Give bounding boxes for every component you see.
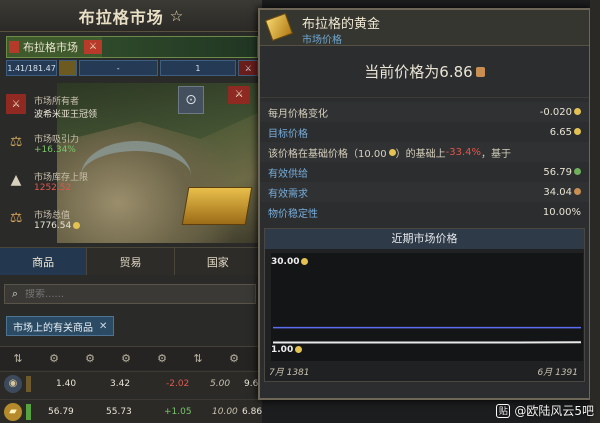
market-ratio: 1.41/181.47 (6, 60, 58, 76)
row-indicator (26, 403, 31, 420)
price-coin-icon (475, 66, 485, 77)
sort-extra-icon[interactable]: ⚙ (216, 352, 252, 365)
row-indicator (26, 375, 31, 392)
tooltip-title: 布拉格的黄金 (302, 17, 381, 32)
owner-flag-icon[interactable]: ⚔ (84, 40, 102, 54)
monthly-change-row: 每月价格变化 -0.020 (260, 102, 589, 122)
goods-search: ⌕ (4, 284, 256, 304)
tab-countries[interactable]: 国家 (175, 248, 262, 275)
art-flag-icon[interactable]: ⚔ (228, 86, 250, 104)
supply-row: 有效供给 56.79 (260, 162, 589, 182)
total-label: 市场总值 (34, 211, 71, 221)
sort-price-icon[interactable]: ⇅ (180, 352, 216, 365)
goods-column-header: ⇅ ⚙ ⚙ ⚙ ⚙ ⇅ ⚙ (0, 346, 262, 370)
close-icon[interactable]: ✕ (99, 321, 107, 332)
owner-value[interactable]: 波希米亚王冠领 (34, 107, 97, 120)
current-price: 当前价格为6.86 (260, 46, 589, 98)
trade-icon[interactable] (59, 60, 77, 76)
favorite-star-icon[interactable]: ☆ (170, 7, 183, 25)
filter-chip[interactable]: 市场上的有关商品 ✕ (6, 316, 115, 336)
owner-icon: ⚔ (6, 94, 26, 114)
storage-label: 市场库存上限 (34, 173, 89, 183)
market-count: 1 (159, 60, 237, 76)
row-demand: 3.42 (110, 378, 131, 389)
grain-icon: ◉ (4, 374, 22, 393)
total-value-icon: ⚖ (9, 210, 23, 226)
edge-strip (590, 0, 600, 423)
market-name-bar[interactable]: 布拉格市场 ⚔ (6, 36, 258, 58)
tooltip-subtitle: 市场价格 (302, 35, 342, 46)
goods-lookup-icon[interactable]: ⊙ (178, 86, 204, 114)
chart-title: 近期市场价格 (265, 229, 584, 249)
price-history-section: 近期市场价格 30.00 1.00 7月 1381 6月 1391 (264, 228, 585, 382)
row-base-price: 5.00 (210, 378, 231, 389)
total-value: 1776.54 (34, 221, 81, 231)
tab-trade[interactable]: 贸易 (87, 248, 175, 275)
search-icon: ⌕ (11, 287, 19, 300)
window-title: 布拉格市场 (78, 7, 164, 27)
filter-label: 市场上的有关商品 (13, 322, 93, 334)
market-name-label: 布拉格市场 (23, 41, 78, 54)
sort-base-price-icon[interactable]: ⚙ (144, 352, 180, 365)
market-bar-fill (102, 37, 257, 57)
row-demand: 55.73 (106, 406, 132, 417)
price-details: 每月价格变化 -0.020 目标价格 6.65 该价格在基础价格（10.00 ）… (260, 98, 589, 222)
row-supply: 1.40 (56, 378, 77, 389)
price-tooltip: 布拉格的黄金 市场价格 当前价格为6.86 每月价格变化 -0.020 目标价格… (258, 8, 591, 400)
tooltip-header: 布拉格的黄金 市场价格 (260, 10, 589, 46)
screen: 布拉格市场 ☆ 布拉格市场 ⚔ 1.41/181.47 - 1 ⚔ ⊙ ⚔ ⚔ … (0, 0, 600, 423)
market-panel: 布拉格市场 ☆ 布拉格市场 ⚔ 1.41/181.47 - 1 ⚔ ⊙ ⚔ ⚔ … (0, 0, 262, 423)
illustration-river (81, 141, 191, 211)
row-balance: -2.02 (166, 378, 190, 389)
attraction-icon: ⚖ (9, 134, 23, 150)
window-title-bar: 布拉格市场 ☆ (0, 0, 262, 32)
x-end-label: 6月 1391 (537, 368, 579, 378)
row-price: 9.6 (244, 378, 259, 389)
row-supply: 56.79 (48, 406, 74, 417)
attraction-label: 市场吸引力 (34, 135, 80, 145)
search-input[interactable] (25, 288, 255, 300)
target-price-row: 目标价格 6.65 (260, 122, 589, 142)
watermark-icon: 贴 (496, 403, 511, 418)
market-stats-row: 1.41/181.47 - 1 ⚔ (6, 60, 258, 76)
watermark: 贴 @欧陆风云5吧 (496, 402, 594, 419)
market-tabs: 商品 贸易 国家 (0, 247, 262, 275)
table-row[interactable]: ◉ 1.40 3.42 -2.02 5.00 9.6 (0, 371, 262, 395)
sort-supply-icon[interactable]: ⚙ (36, 352, 72, 365)
owner-label: 市场所有者 (34, 97, 80, 107)
storage-icon: ▲ (10, 172, 22, 188)
table-row[interactable]: ▰ 56.79 55.73 +1.05 10.00 6.86 (0, 399, 262, 423)
gold-icon: ▰ (4, 402, 22, 421)
row-balance: +1.05 (164, 406, 192, 417)
attraction-value: +16.34% (34, 145, 76, 155)
market-pop: - (78, 60, 158, 76)
demand-row: 有效需求 34.04 (260, 182, 589, 202)
sort-balance-icon[interactable]: ⚙ (108, 352, 144, 365)
sort-demand-icon[interactable]: ⚙ (72, 352, 108, 365)
tab-goods[interactable]: 商品 (0, 248, 88, 275)
y-max-label: 30.00 (271, 257, 309, 267)
row-price: 6.86 (242, 406, 263, 417)
base-price-row: 该价格在基础价格（10.00 ）的基础上 -33.4% ，基于 (260, 142, 589, 162)
stability-row: 物价稳定性 10.00% (268, 206, 581, 220)
market-flag-icon (9, 41, 19, 53)
row-base-price: 10.00 (212, 406, 238, 417)
y-min-label: 1.00 (271, 345, 303, 355)
gold-bar-icon (264, 12, 294, 42)
storage-value: 1252.52 (34, 183, 72, 193)
sort-goods-icon[interactable]: ⇅ (0, 352, 36, 365)
market-extra-icon[interactable]: ⚔ (238, 60, 258, 76)
x-start-label: 7月 1381 (269, 368, 310, 378)
price-history-chart (271, 253, 583, 361)
illustration-gold (181, 187, 253, 225)
